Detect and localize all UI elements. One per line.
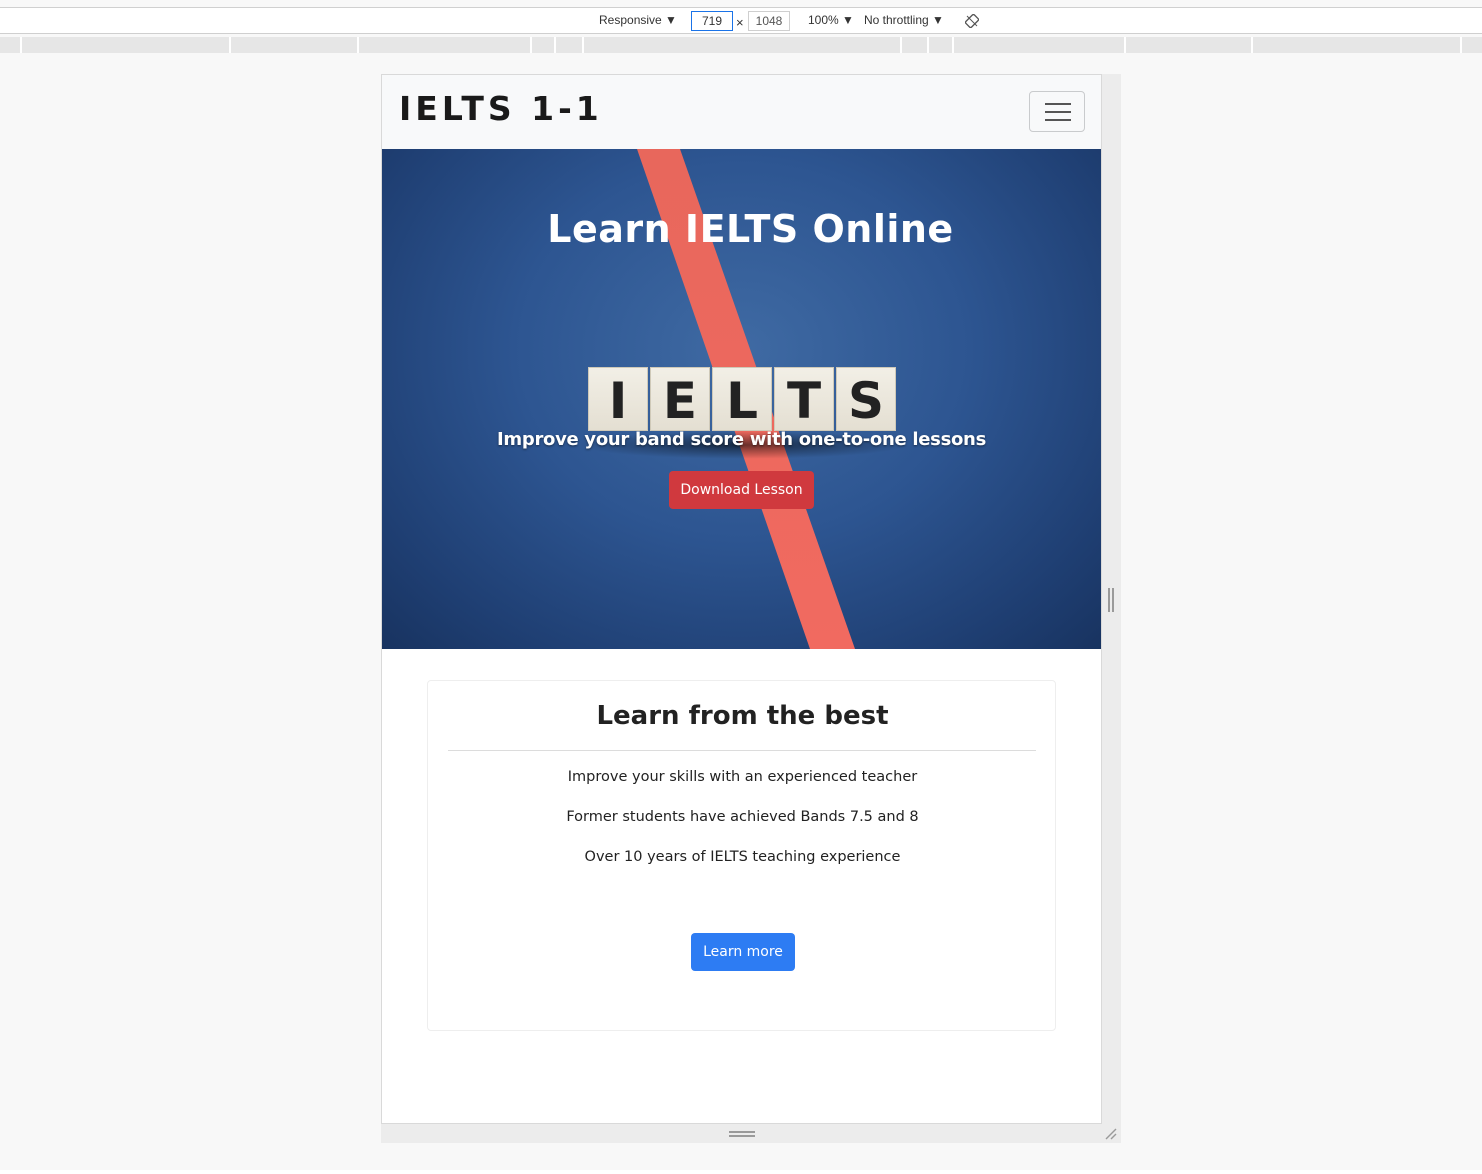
media-query-ruler[interactable]: [0, 37, 1482, 53]
zoom-select[interactable]: 100% ▼: [808, 13, 854, 27]
height-input[interactable]: 1048: [748, 11, 790, 31]
card-divider: [448, 750, 1036, 751]
hero-section: I E L T S Learn IELTS Online Improve you…: [382, 149, 1101, 649]
dimension-separator: ×: [736, 15, 744, 30]
feature-line: Former students have achieved Bands 7.5 …: [566, 809, 919, 825]
rotate-icon[interactable]: [965, 14, 979, 28]
letter-tile: I: [588, 367, 648, 431]
throttling-select[interactable]: No throttling ▼: [864, 13, 944, 27]
letter-tile: T: [774, 367, 834, 431]
devtools-device-toolbar: Responsive ▼ 719 × 1048 100% ▼ No thrott…: [0, 8, 1482, 34]
emulated-viewport: IELTS 1-1 I E L T S Learn IELTS Online I…: [381, 74, 1102, 1124]
ielts-letter-tiles: I E L T S: [588, 367, 898, 431]
hero-subtitle: Improve your band score with one-to-one …: [497, 429, 986, 450]
feature-line: Over 10 years of IELTS teaching experien…: [584, 849, 901, 865]
site-navbar: IELTS 1-1: [382, 75, 1101, 149]
width-input[interactable]: 719: [691, 11, 733, 31]
download-lesson-button[interactable]: Download Lesson: [669, 471, 814, 509]
navbar-toggle-button[interactable]: [1029, 91, 1085, 132]
device-select[interactable]: Responsive ▼: [599, 13, 677, 27]
features-card: Learn from the best Improve your skills …: [427, 680, 1056, 1031]
viewport-height-resize-handle[interactable]: [729, 1131, 755, 1137]
hero-title: Learn IELTS Online: [547, 207, 954, 251]
viewport-width-resize-handle[interactable]: [1108, 588, 1114, 612]
corner-resize-icon[interactable]: [1104, 1127, 1118, 1141]
letter-tile: L: [712, 367, 772, 431]
learn-more-button[interactable]: Learn more: [691, 933, 795, 971]
feature-line: Improve your skills with an experienced …: [567, 769, 918, 785]
letter-tile: E: [650, 367, 710, 431]
card-title: Learn from the best: [596, 701, 889, 731]
site-brand[interactable]: IELTS 1-1: [399, 89, 603, 128]
page-bottom-edge: [0, 1170, 1482, 1174]
letter-tile: S: [836, 367, 896, 431]
